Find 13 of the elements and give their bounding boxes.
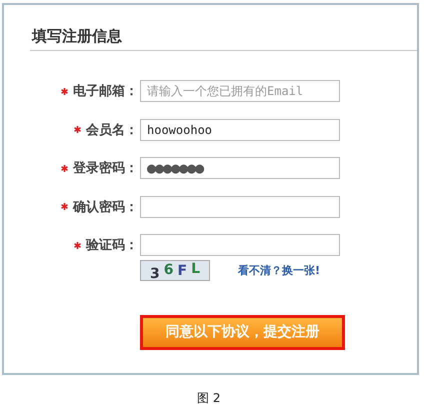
figure-caption: 图 2 (197, 390, 222, 407)
input-field[interactable] (140, 234, 340, 256)
field-label: 验证码： (86, 237, 138, 254)
field-label: 会员名： (86, 122, 138, 138)
input-field[interactable]: 请输入一个您已拥有的Email (140, 80, 340, 102)
input-field[interactable] (140, 196, 340, 218)
input-field[interactable]: hoowoohoo (140, 118, 340, 140)
input-field[interactable]: ●●●●●●● (140, 157, 340, 179)
field-label: 登录密码： (73, 160, 138, 177)
field-label: 电子邮箱： (73, 83, 138, 100)
field-label: 确认密码： (73, 198, 138, 216)
form-title: 填写注册信息 (32, 27, 123, 47)
refresh-captcha-link[interactable]: 看不清？换一张! (238, 263, 320, 278)
